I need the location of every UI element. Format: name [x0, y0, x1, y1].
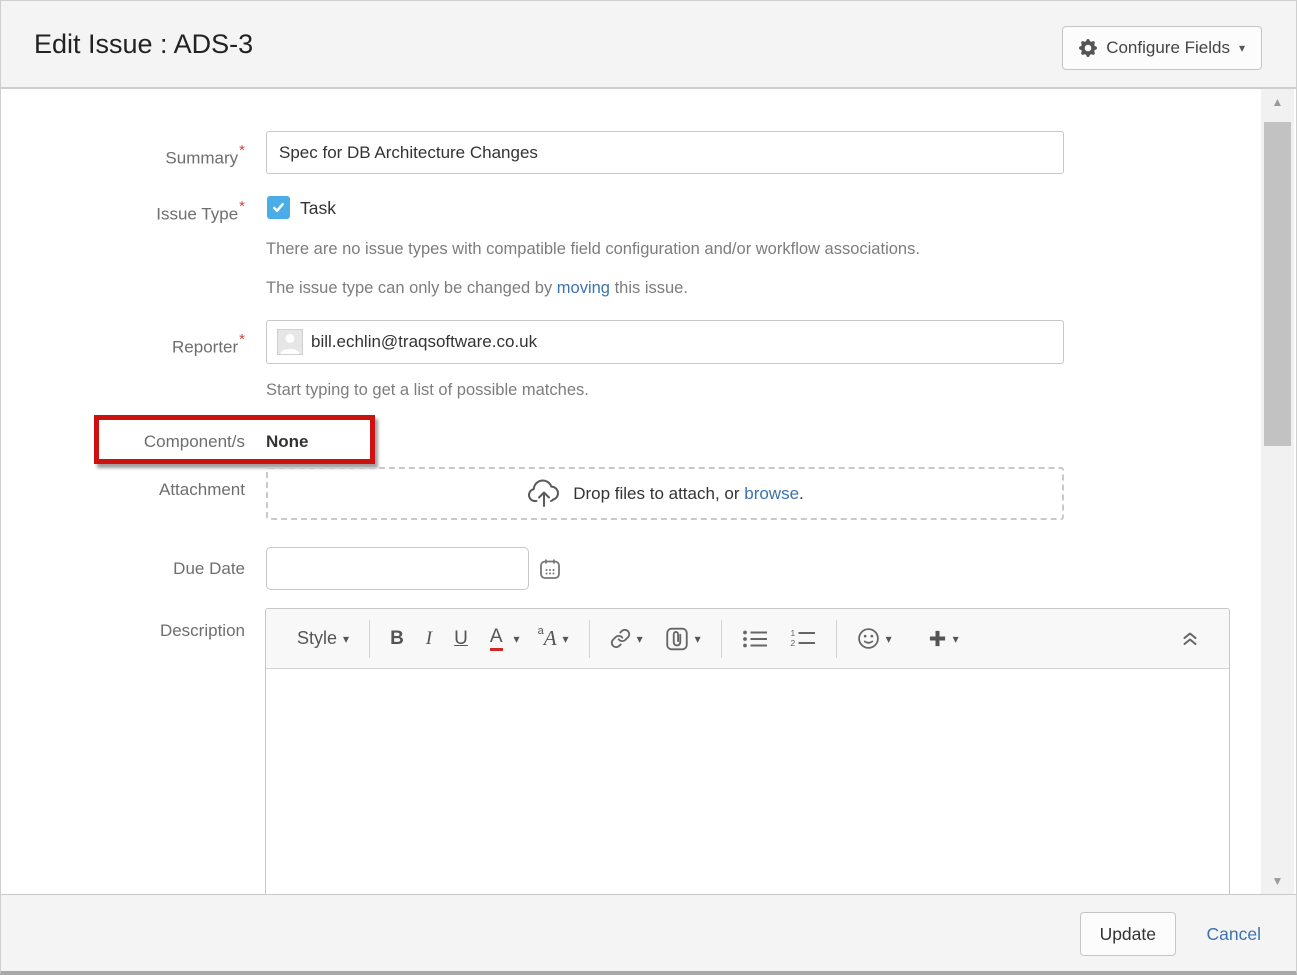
double-chevron-up-icon — [1180, 630, 1200, 647]
attachment-dropzone[interactable]: Drop files to attach, or browse. — [266, 467, 1064, 520]
update-button[interactable]: Update — [1080, 912, 1176, 956]
italic-button[interactable]: I — [415, 620, 443, 658]
attach-file-button[interactable]: ▾ — [654, 620, 712, 658]
configure-fields-label: Configure Fields — [1106, 38, 1230, 58]
dialog-body: Summary* Issue Type* Task There are no i… — [1, 89, 1296, 894]
description-editor: Style ▾ B I U A ▾ aA ▾ ▾ — [265, 608, 1230, 894]
issue-type-label: Issue Type* — [1, 197, 245, 221]
chevron-down-icon: ▾ — [343, 633, 349, 645]
description-label: Description — [1, 620, 245, 642]
reporter-input[interactable] — [266, 320, 1064, 364]
bold-button[interactable]: B — [379, 620, 415, 658]
gear-icon — [1079, 39, 1097, 57]
attachment-label: Attachment — [1, 479, 245, 501]
editor-toolbar: Style ▾ B I U A ▾ aA ▾ ▾ — [266, 609, 1229, 669]
dialog-header: Edit Issue : ADS-3 Configure Fields ▾ — [1, 1, 1296, 89]
edit-issue-dialog: Edit Issue : ADS-3 Configure Fields ▾ Su… — [0, 0, 1297, 975]
issue-type-note: There are no issue types with compatible… — [266, 238, 920, 260]
reporter-help: Start typing to get a list of possible m… — [266, 379, 589, 401]
scroll-up-arrow-icon[interactable]: ▲ — [1261, 89, 1294, 115]
text-color-dropdown[interactable]: ▾ — [507, 620, 527, 658]
bullet-list-button[interactable] — [731, 620, 779, 658]
svg-text:2: 2 — [790, 638, 795, 648]
issue-type-value: Task — [300, 196, 336, 220]
browse-link[interactable]: browse — [744, 484, 799, 503]
vertical-scrollbar[interactable]: ▲ ▼ — [1261, 89, 1294, 894]
task-type-icon — [267, 196, 290, 219]
formatting-dropdown[interactable]: aA ▾ — [527, 620, 580, 658]
chevron-down-icon: ▾ — [563, 633, 569, 645]
calendar-icon[interactable] — [538, 557, 562, 581]
bullet-list-icon — [742, 629, 768, 649]
numbered-list-icon: 12 — [790, 629, 816, 649]
due-date-input[interactable] — [266, 547, 529, 590]
plus-icon — [928, 629, 947, 648]
avatar-icon — [277, 329, 303, 355]
summary-label: Summary* — [1, 131, 245, 174]
svg-text:1: 1 — [790, 629, 795, 638]
issue-type-change-note: The issue type can only be changed by mo… — [266, 277, 688, 299]
moving-link[interactable]: moving — [557, 279, 610, 297]
description-textarea[interactable] — [266, 669, 1229, 894]
text-color-button[interactable]: A — [479, 620, 507, 658]
required-asterisk: * — [239, 198, 245, 215]
link-button[interactable]: ▾ — [599, 620, 654, 658]
insert-more-button[interactable]: ▾ — [917, 620, 970, 658]
collapse-toolbar-button[interactable] — [1169, 620, 1211, 658]
chevron-down-icon: ▾ — [886, 633, 892, 645]
configure-fields-button[interactable]: Configure Fields ▾ — [1062, 26, 1262, 70]
toolbar-divider — [836, 620, 837, 658]
chevron-down-icon: ▾ — [953, 633, 959, 645]
numbered-list-button[interactable]: 12 — [779, 620, 827, 658]
attachment-drop-text: Drop files to attach, or browse. — [573, 484, 804, 504]
chevron-down-icon: ▾ — [637, 633, 643, 645]
components-value: None — [266, 431, 309, 453]
toolbar-divider — [721, 620, 722, 658]
components-label: Component/s — [1, 431, 245, 453]
style-dropdown[interactable]: Style ▾ — [286, 620, 360, 658]
emoji-button[interactable]: ▾ — [846, 620, 903, 658]
underline-button[interactable]: U — [443, 620, 479, 658]
due-date-label: Due Date — [1, 547, 245, 590]
dialog-title: Edit Issue : ADS-3 — [34, 1, 253, 87]
dialog-footer: Update Cancel — [1, 894, 1296, 972]
toolbar-divider — [369, 620, 370, 658]
chevron-down-icon: ▾ — [695, 633, 701, 645]
link-icon — [610, 628, 631, 649]
required-asterisk: * — [239, 142, 245, 159]
reporter-label: Reporter* — [1, 320, 245, 364]
chevron-down-icon: ▾ — [1239, 42, 1245, 54]
toolbar-divider — [589, 620, 590, 658]
summary-input[interactable] — [266, 131, 1064, 174]
emoji-icon — [857, 627, 880, 650]
required-asterisk: * — [239, 331, 245, 348]
cloud-upload-icon — [526, 479, 562, 508]
chevron-down-icon: ▾ — [514, 633, 520, 645]
scroll-down-arrow-icon[interactable]: ▼ — [1261, 868, 1294, 894]
scrollbar-thumb[interactable] — [1264, 122, 1291, 446]
paperclip-icon — [665, 626, 689, 652]
cancel-link[interactable]: Cancel — [1207, 895, 1261, 973]
